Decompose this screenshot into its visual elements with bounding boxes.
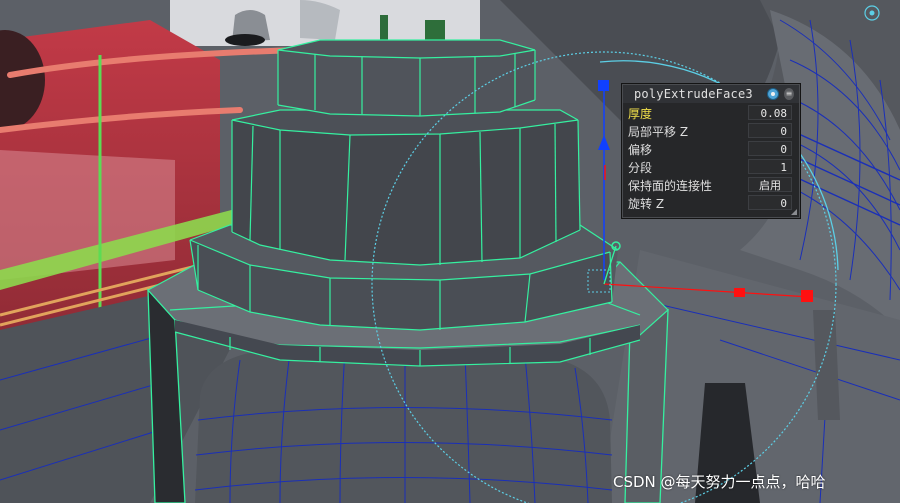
row-rotate-z[interactable]: 旋转 Z 0 xyxy=(623,194,799,212)
resize-grip-icon[interactable] xyxy=(791,209,797,215)
offset-field[interactable]: 0 xyxy=(748,141,792,156)
inview-editor-header[interactable]: polyExtrudeFace3 ≡ xyxy=(623,85,799,103)
settings-icon[interactable] xyxy=(767,88,779,100)
thickness-field[interactable]: 0.08 xyxy=(748,105,792,120)
row-local-translate-z[interactable]: 局部平移 Z 0 xyxy=(623,122,799,140)
inview-editor-title: polyExtrudeFace3 xyxy=(634,87,753,101)
viewport-scene[interactable] xyxy=(0,0,900,503)
row-divisions[interactable]: 分段 1 xyxy=(623,158,799,176)
row-label: 旋转 Z xyxy=(628,197,665,211)
divisions-field[interactable]: 1 xyxy=(748,159,792,174)
row-thickness[interactable]: 厚度 0.08 xyxy=(623,104,799,122)
row-label: 厚度 xyxy=(628,107,653,121)
row-label: 分段 xyxy=(628,161,653,175)
watermark-text: CSDN @每天努力一点点，哈哈 xyxy=(613,473,826,491)
3d-viewport[interactable]: polyExtrudeFace3 ≡ 厚度 0.08 局部平移 Z 0 偏移 0… xyxy=(0,0,900,503)
z-axis-handle xyxy=(598,80,609,91)
prop-hat-brim xyxy=(225,34,265,46)
row-label: 保持面的连接性 xyxy=(628,179,713,193)
local-translate-z-field[interactable]: 0 xyxy=(748,123,792,138)
keep-faces-together-toggle[interactable]: 启用 xyxy=(748,177,792,192)
menu-icon[interactable]: ≡ xyxy=(784,88,794,100)
x-axis-handle xyxy=(801,290,813,302)
row-label: 局部平移 Z xyxy=(628,125,689,139)
row-offset[interactable]: 偏移 0 xyxy=(623,140,799,158)
rotate-z-field[interactable]: 0 xyxy=(748,195,792,210)
row-label: 偏移 xyxy=(628,143,653,157)
polyextrudeface-inview-editor[interactable]: polyExtrudeFace3 ≡ 厚度 0.08 局部平移 Z 0 偏移 0… xyxy=(622,84,800,218)
lower-bulb-mesh xyxy=(195,348,612,503)
x-axis-cone xyxy=(734,288,745,297)
row-keep-faces-together[interactable]: 保持面的连接性 启用 xyxy=(623,176,799,194)
